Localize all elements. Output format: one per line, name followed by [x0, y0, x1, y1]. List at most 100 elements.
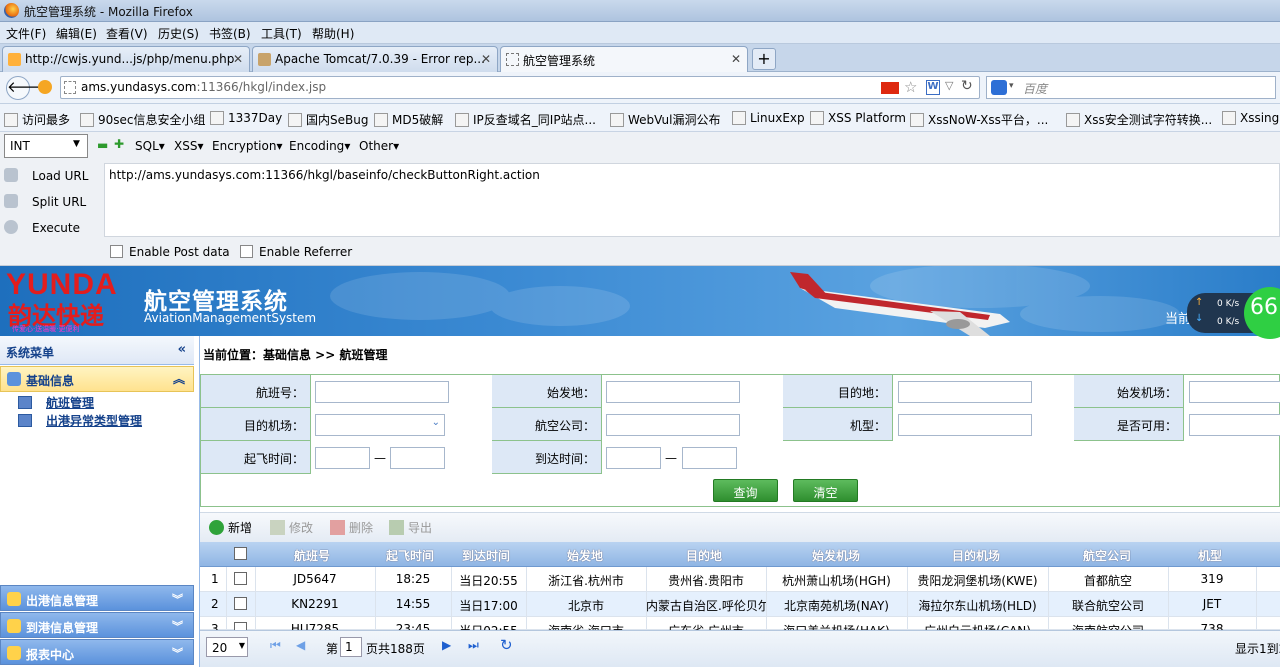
close-icon[interactable]: ✕ — [233, 52, 243, 66]
sidebar-group-basic-info[interactable]: 基础信息 ︽ — [0, 366, 194, 392]
first-page-icon[interactable]: ⏮ — [270, 638, 281, 653]
checkbox[interactable] — [240, 245, 253, 258]
menu-view[interactable]: 查看(V) — [106, 25, 148, 42]
tab-aviation[interactable]: 航空管理系统 ✕ — [500, 46, 748, 73]
departure-from-input[interactable] — [315, 447, 370, 469]
minus-icon[interactable]: ▬ — [97, 138, 108, 152]
col-flight-no[interactable]: 航班号 — [294, 547, 330, 564]
col-destination[interactable]: 目的地 — [686, 547, 722, 564]
col-aircraft[interactable]: 机型 — [1198, 547, 1222, 564]
refresh-icon[interactable]: ↻ — [500, 636, 513, 654]
prev-page-icon[interactable]: ◀ — [296, 638, 305, 652]
menu-edit[interactable]: 编辑(E) — [56, 25, 97, 42]
bookmark-webvul[interactable]: WebVul漏洞公布 — [610, 111, 721, 128]
bookmark-xssnow[interactable]: XssNoW-Xss平台，... — [910, 111, 1048, 128]
hackbar-url-textarea[interactable]: http://ams.yundasys.com:11366/hkgl/basei… — [104, 163, 1280, 237]
menu-help[interactable]: 帮助(H) — [312, 25, 354, 42]
back-arrow-icon[interactable]: 🡐 — [6, 76, 47, 100]
dropdown-icon[interactable]: ▾ — [1009, 81, 1014, 91]
menu-bookmarks[interactable]: 书签(B) — [209, 25, 251, 42]
load-url-button[interactable]: Load URL — [4, 168, 88, 183]
chevron-down-icon[interactable]: ︾ — [172, 591, 183, 607]
bookmark-sebug[interactable]: 国内SeBug — [288, 111, 368, 128]
chevron-down-icon[interactable]: ︾ — [172, 618, 183, 634]
arrival-to-input[interactable] — [682, 447, 737, 469]
bookmark-xss-platform[interactable]: XSS Platform — [810, 111, 906, 125]
departure-to-input[interactable] — [390, 447, 445, 469]
search-box[interactable]: ▾ 百度 — [986, 76, 1276, 99]
post-data-toggle[interactable]: Enable Post data — [110, 245, 230, 259]
origin-airport-input[interactable] — [1189, 381, 1280, 403]
sidebar-group-outbound[interactable]: 出港信息管理 ︾ — [0, 585, 194, 611]
aircraft-type-input[interactable] — [898, 414, 1032, 436]
airline-input[interactable] — [606, 414, 740, 436]
encryption-menu[interactable]: Encryption▾ — [212, 139, 282, 153]
row-checkbox[interactable] — [234, 622, 247, 630]
split-url-button[interactable]: Split URL — [4, 194, 86, 209]
sidebar-item-exception-types[interactable]: 出港异常类型管理 — [18, 412, 142, 429]
close-icon[interactable]: ✕ — [481, 52, 491, 66]
close-icon[interactable]: ✕ — [731, 52, 741, 66]
export-button[interactable]: 导出 — [389, 519, 432, 536]
menu-tools[interactable]: 工具(T) — [261, 25, 302, 42]
flight-no-input[interactable] — [315, 381, 449, 403]
new-tab-button[interactable]: + — [752, 48, 776, 70]
col-origin-airport[interactable]: 始发机场 — [812, 547, 860, 564]
bookmark-md5[interactable]: MD5破解 — [374, 111, 443, 128]
w-icon[interactable]: W — [926, 80, 940, 95]
bookmark-1337day[interactable]: 1337Day — [210, 111, 282, 125]
delete-button[interactable]: 删除 — [330, 519, 373, 536]
bookmark-xss-convert[interactable]: Xss安全测试字符转换... — [1066, 111, 1212, 128]
bookmark-linuxexp[interactable]: LinuxExp — [732, 111, 805, 125]
referrer-toggle[interactable]: Enable Referrer — [240, 245, 352, 259]
arrival-from-input[interactable] — [606, 447, 661, 469]
plus-icon[interactable]: ✚ — [114, 137, 124, 151]
tab-menu-php[interactable]: http://cwjs.yund...js/php/menu.php ✕ — [2, 46, 250, 72]
address-bar[interactable]: ams.yundasys.com:11366/hkgl/index.jsp ☆ … — [38, 76, 980, 99]
clear-button[interactable]: 清空 — [793, 479, 858, 502]
edit-button[interactable]: 修改 — [270, 519, 313, 536]
query-button[interactable]: 查询 — [713, 479, 778, 502]
dropdown-icon[interactable]: ▽ — [945, 79, 953, 92]
col-departure[interactable]: 起飞时间 — [386, 547, 434, 564]
bookmark-most-visited[interactable]: 访问最多 — [4, 111, 70, 128]
menu-history[interactable]: 历史(S) — [158, 25, 199, 42]
site-identity-icon[interactable] — [38, 80, 52, 94]
add-button[interactable]: 新增 — [209, 519, 252, 536]
destination-input[interactable] — [898, 381, 1032, 403]
type-select[interactable]: INT ▼ — [4, 134, 88, 158]
col-dest-airport[interactable]: 目的机场 — [952, 547, 1000, 564]
sql-menu[interactable]: SQL▾ — [135, 139, 165, 153]
menu-file[interactable]: 文件(F) — [6, 25, 46, 42]
last-page-icon[interactable]: ⏭ — [468, 638, 479, 653]
page-size-select[interactable]: 20 ▼ — [206, 637, 248, 657]
encoding-menu[interactable]: Encoding▾ — [289, 139, 350, 153]
enabled-select[interactable] — [1189, 414, 1280, 436]
page-number-input[interactable]: 1 — [340, 637, 362, 657]
col-arrival[interactable]: 到达时间 — [462, 547, 510, 564]
dest-airport-select[interactable]: ⌄ — [315, 414, 445, 436]
chevron-up-icon[interactable]: ︽ — [173, 370, 185, 387]
row-checkbox[interactable] — [234, 597, 247, 610]
collapse-icon[interactable]: « — [178, 342, 186, 357]
sidebar-item-flights[interactable]: 航班管理 — [18, 394, 94, 411]
network-speed-widget[interactable]: ↑ ↓ 0 K/s 0 K/s 66 — [1187, 287, 1280, 339]
select-all-checkbox[interactable] — [234, 547, 247, 560]
execute-button[interactable]: Execute — [4, 220, 80, 235]
origin-input[interactable] — [606, 381, 740, 403]
checkbox[interactable] — [110, 245, 123, 258]
row-checkbox[interactable] — [234, 572, 247, 585]
bookmark-ip-reverse[interactable]: IP反查域名_同IP站点... — [455, 111, 596, 128]
other-menu[interactable]: Other▾ — [359, 139, 399, 153]
bookmark-90sec[interactable]: 90sec信息安全小组 — [80, 111, 206, 128]
next-page-icon[interactable]: ▶ — [442, 638, 451, 652]
reload-icon[interactable]: ↻ — [961, 78, 973, 94]
star-icon[interactable]: ☆ — [904, 78, 917, 96]
xss-menu[interactable]: XSS▾ — [174, 139, 204, 153]
col-origin[interactable]: 始发地 — [567, 547, 603, 564]
sidebar-group-reports[interactable]: 报表中心 ︾ — [0, 639, 194, 665]
chevron-down-icon[interactable]: ︾ — [172, 645, 183, 661]
col-airline[interactable]: 航空公司 — [1083, 547, 1131, 564]
bookmark-xssing[interactable]: Xssing — [1222, 111, 1279, 125]
tab-tomcat-error[interactable]: Apache Tomcat/7.0.39 - Error rep... ✕ — [252, 46, 498, 72]
